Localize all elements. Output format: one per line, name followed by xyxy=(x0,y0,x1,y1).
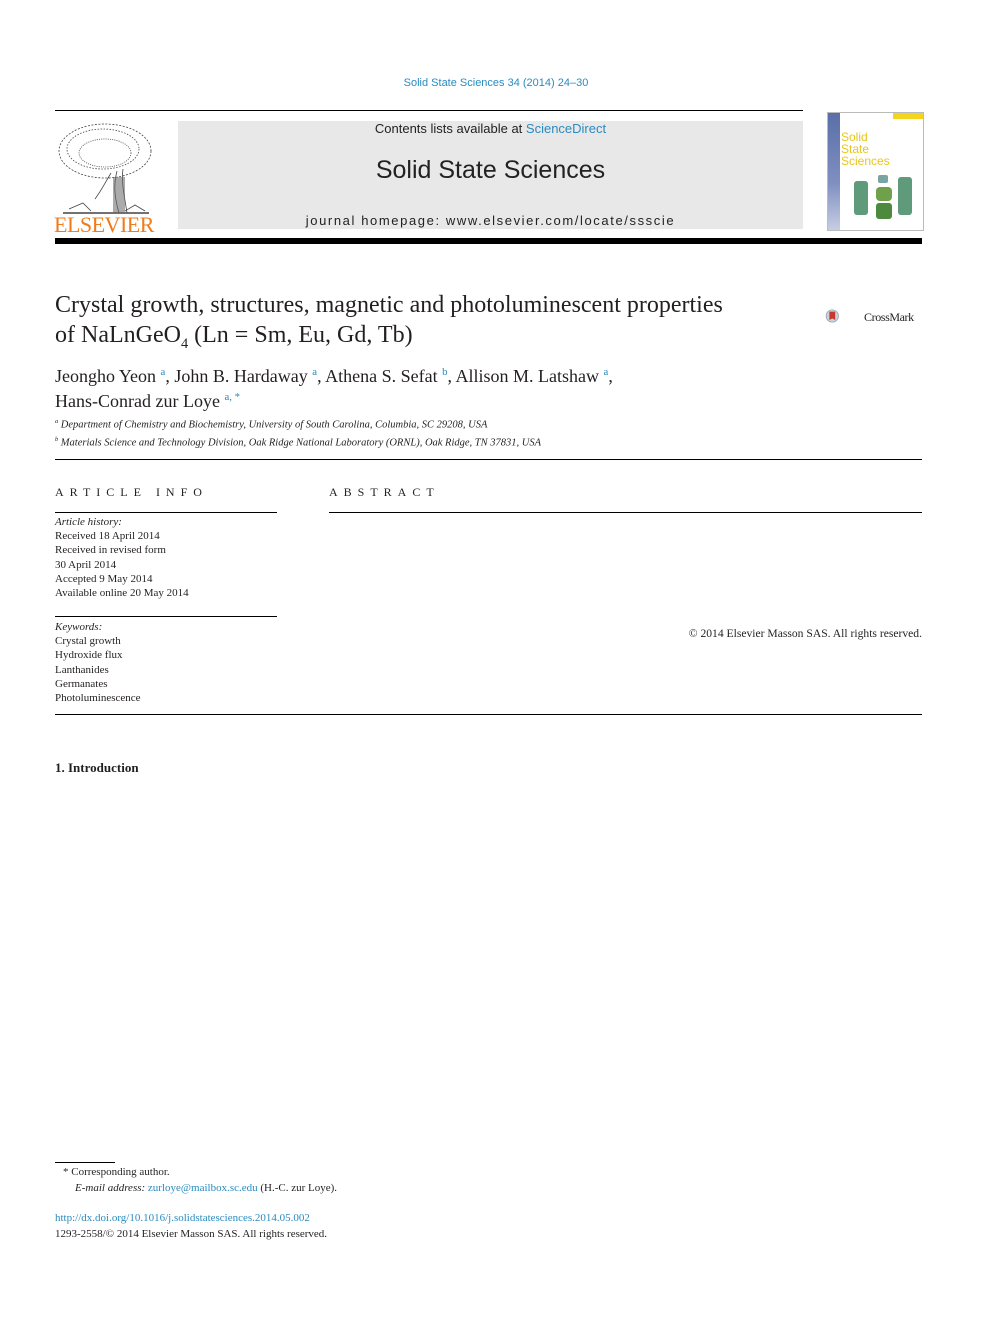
footnote-rule xyxy=(55,1162,115,1163)
issn-copyright: 1293-2558/© 2014 Elsevier Masson SAS. Al… xyxy=(55,1227,328,1240)
email-link[interactable]: zurloye@mailbox.sc.edu xyxy=(148,1182,258,1194)
title-ln-list: (Ln = Sm, Eu, Gd, Tb) xyxy=(188,322,413,348)
affiliation-mark[interactable]: a xyxy=(312,366,317,378)
sciencedirect-link[interactable]: ScienceDirect xyxy=(526,121,606,136)
affiliation-text: Materials Science and Technology Divisio… xyxy=(60,437,542,448)
email-label: E-mail address: xyxy=(75,1181,148,1194)
affiliation-text: Department of Chemistry and Biochemistry… xyxy=(60,419,488,431)
affiliation-mark[interactable]: a xyxy=(604,366,609,378)
affiliation-mark: b xyxy=(55,435,59,443)
corresponding-author-note: * Corresponding author. xyxy=(63,1166,170,1178)
article-info-rule xyxy=(55,616,277,617)
elsevier-wordmark: ELSEVIER xyxy=(54,212,154,237)
keywords: Keywords: Crystal growth Hydroxide flux … xyxy=(55,620,141,705)
keyword: Crystal growth xyxy=(55,635,121,648)
section-rule xyxy=(55,714,922,715)
keyword: Hydroxide flux xyxy=(55,649,123,662)
article-title: Crystal growth, structures, magnetic and… xyxy=(55,290,815,359)
article-history: Article history: Received 18 April 2014 … xyxy=(55,515,189,600)
cover-side-band xyxy=(828,113,840,230)
cover-title: Solid State Sciences xyxy=(841,131,890,167)
affiliation-mark: a xyxy=(55,418,59,425)
contents-prefix: Contents lists available at xyxy=(374,121,526,136)
affiliation-mark[interactable]: a xyxy=(161,366,166,378)
keywords-label: Keywords: xyxy=(55,621,103,633)
header-rule xyxy=(55,110,803,111)
contents-line: Contents lists available at ScienceDirec… xyxy=(178,121,803,136)
title-line-1: Crystal growth, structures, magnetic and… xyxy=(55,292,723,318)
abstract-rule xyxy=(329,512,922,513)
author-name[interactable]: John B. Hardaway xyxy=(174,366,307,386)
author-list: Jeongho Yeon a, John B. Hardaway a, Athe… xyxy=(55,366,613,411)
affiliations: a Department of Chemistry and Biochemist… xyxy=(55,415,541,450)
journal-cover-thumbnail: Solid State Sciences xyxy=(827,112,924,231)
history-item: Received 18 April 2014 xyxy=(55,530,160,543)
doi-link[interactable]: http://dx.doi.org/10.1016/j.solidstatesc… xyxy=(55,1211,327,1227)
history-item: Received in revised form xyxy=(55,544,166,557)
affiliation: a Department of Chemistry and Biochemist… xyxy=(55,415,541,433)
email-suffix: (H.-C. zur Loye). xyxy=(257,1181,338,1194)
author-name[interactable]: Jeongho Yeon xyxy=(55,366,156,386)
affiliation: b Materials Science and Technology Divis… xyxy=(55,433,541,451)
crossmark-icon[interactable] xyxy=(825,296,865,336)
email-line: E-mail address: zurloye@mailbox.sc.edu (… xyxy=(55,1181,337,1197)
cover-crystal-structure-icon xyxy=(854,175,912,219)
crossmark-label[interactable]: CrossMark xyxy=(864,310,914,325)
keyword: Photoluminescence xyxy=(55,692,141,705)
title-formula: of NaLnGeO xyxy=(55,322,181,348)
abstract-copyright: © 2014 Elsevier Masson SAS. All rights r… xyxy=(688,627,922,640)
header-thick-rule xyxy=(55,238,922,244)
history-label: Article history: xyxy=(55,516,122,528)
article-info-heading: ARTICLE INFO xyxy=(55,485,208,499)
author-name[interactable]: Hans-Conrad zur Loye xyxy=(55,391,220,411)
journal-homepage[interactable]: journal homepage: www.elsevier.com/locat… xyxy=(178,213,803,228)
title-line-2: of NaLnGeO4 (Ln = Sm, Eu, Gd, Tb) xyxy=(55,320,815,359)
article-info-rule xyxy=(55,512,277,513)
history-item: Accepted 9 May 2014 xyxy=(55,572,153,585)
author-name[interactable]: Athena S. Sefat xyxy=(325,366,437,386)
keyword: Lanthanides xyxy=(55,663,109,676)
section-heading-introduction: 1. Introduction xyxy=(55,760,139,775)
abstract-heading: ABSTRACT xyxy=(329,485,440,499)
section-rule xyxy=(55,459,922,460)
cover-title-line: Sciences xyxy=(841,154,890,168)
affiliation-mark[interactable]: a, * xyxy=(224,391,240,403)
doi-block: http://dx.doi.org/10.1016/j.solidstatesc… xyxy=(55,1211,327,1242)
journal-name: Solid State Sciences xyxy=(375,156,606,184)
journal-citation-link[interactable]: Solid State Sciences 34 (2014) 24–30 xyxy=(0,77,992,89)
history-item: 30 April 2014 xyxy=(55,558,117,571)
footnotes: * Corresponding author. E-mail address: … xyxy=(55,1165,337,1196)
keyword: Germanates xyxy=(55,677,108,690)
cover-yellow-bar xyxy=(893,113,923,119)
affiliation-mark[interactable]: b xyxy=(442,366,447,378)
author-name[interactable]: Allison M. Latshaw xyxy=(456,366,600,386)
history-item: Available online 20 May 2014 xyxy=(55,587,189,600)
